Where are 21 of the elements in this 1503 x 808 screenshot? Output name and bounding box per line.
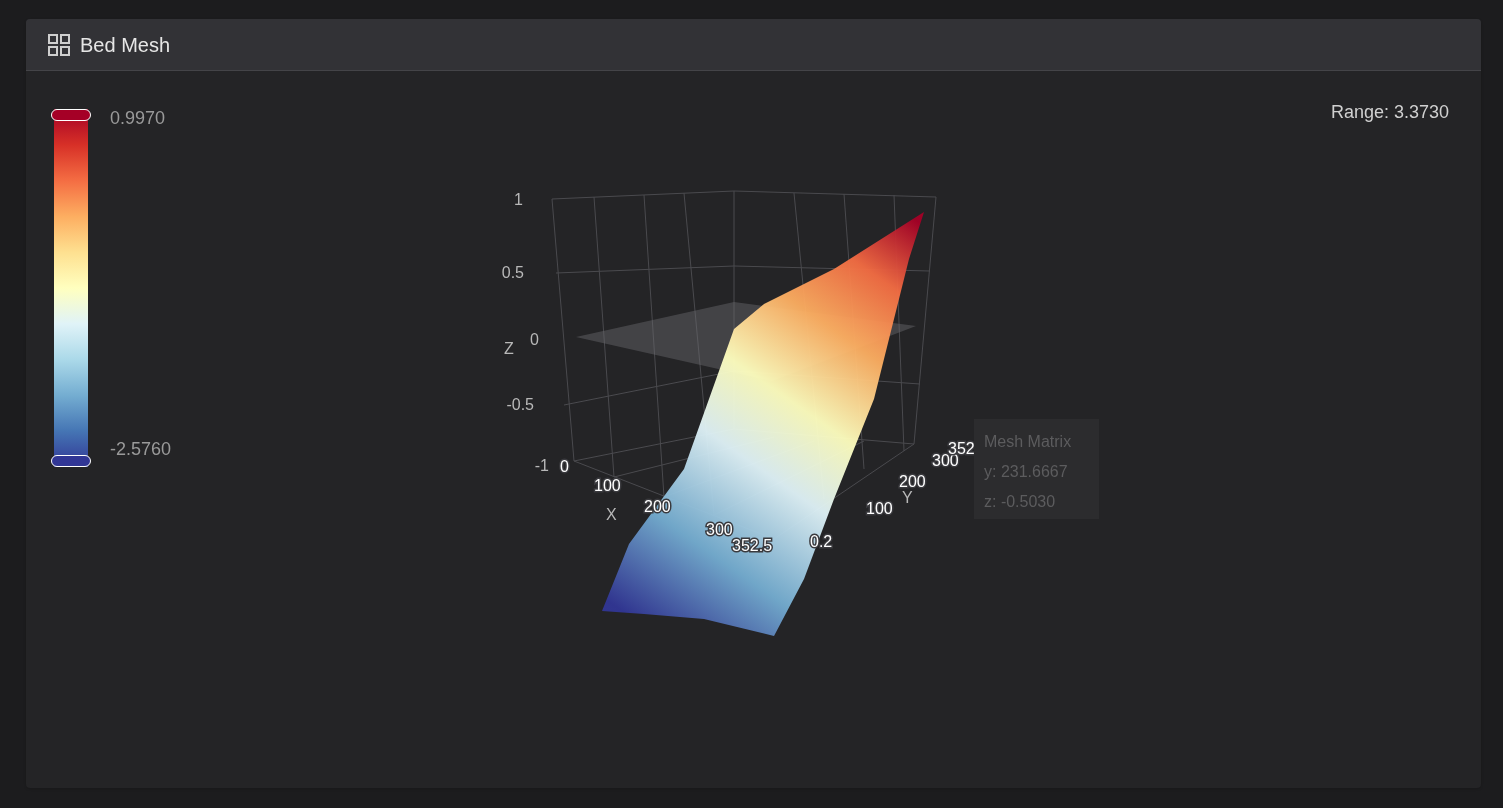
x-tick-label: 100: [593, 477, 621, 494]
max-handle[interactable]: [51, 109, 91, 121]
x-axis-title: X: [605, 506, 617, 523]
x-tick-label: 300: [705, 521, 733, 538]
colorbar-max-label: 0.9970: [110, 107, 167, 130]
z-axis-title: Z: [503, 340, 514, 357]
z-tick-label: 0: [529, 331, 539, 348]
grid-icon: [48, 33, 70, 56]
panel-title: Bed Mesh: [80, 32, 171, 58]
min-handle[interactable]: [51, 455, 91, 467]
colorbar-min-label: -2.5760: [110, 438, 172, 461]
y-tick-label: 100: [865, 500, 893, 517]
z-tick-label: -1: [534, 457, 549, 474]
y-tick-label: 200: [898, 473, 926, 490]
x-tick-label: 0: [559, 458, 569, 475]
x-tick-label: 352.5: [731, 537, 772, 554]
z-tick-label: 0.5: [501, 264, 524, 281]
y-axis-title: Y: [901, 489, 913, 506]
range-label: Range: 3.3730: [1330, 101, 1449, 124]
z-tick-label: 1: [513, 191, 523, 208]
z-tick-label: -0.5: [505, 396, 534, 413]
